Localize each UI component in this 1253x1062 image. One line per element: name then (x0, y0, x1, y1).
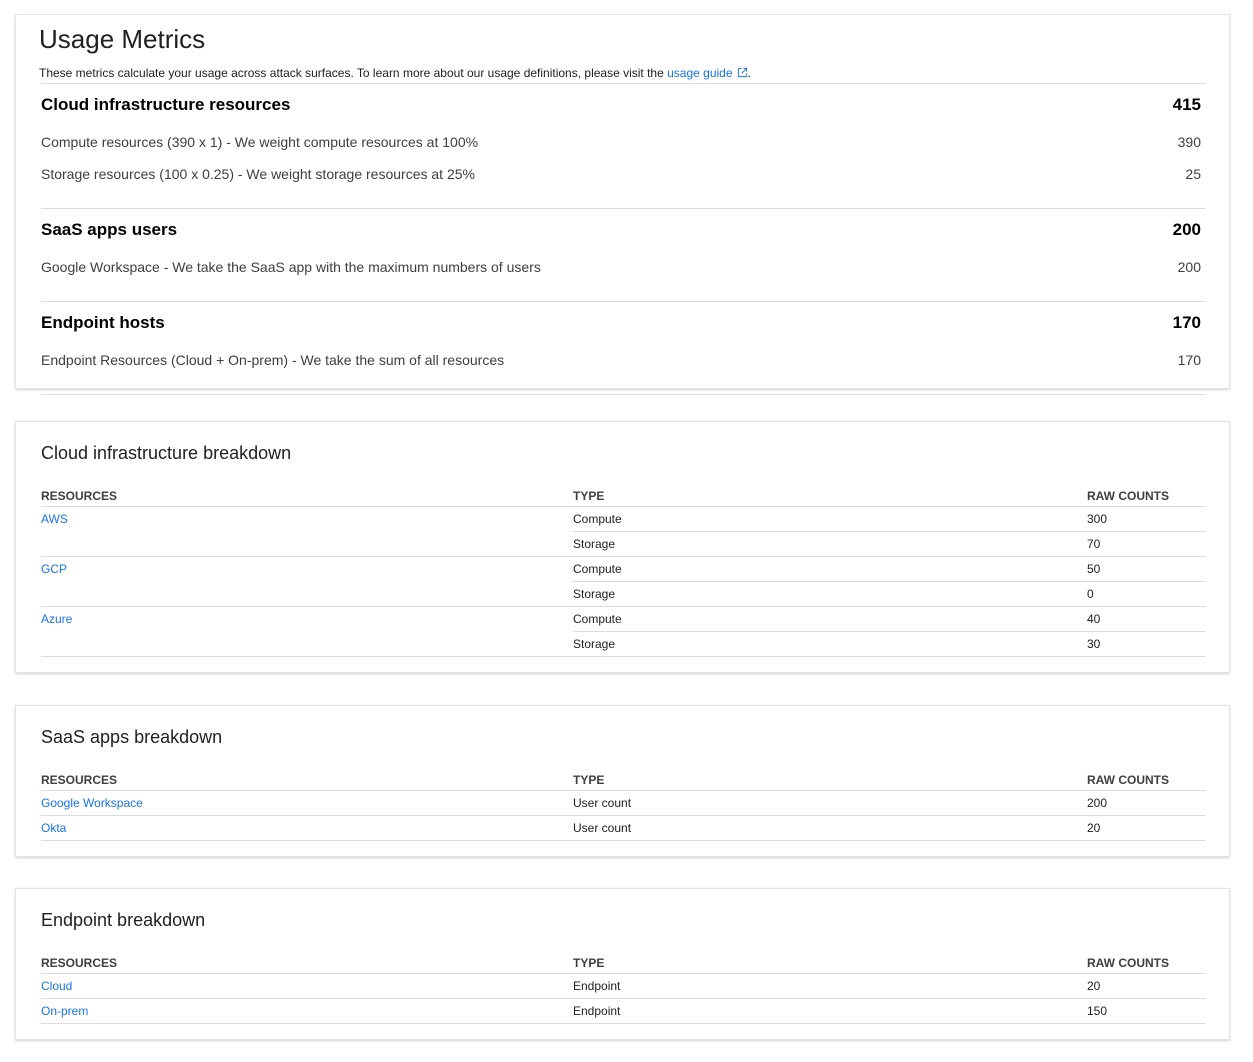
resource-link-aws[interactable]: AWS (41, 512, 68, 526)
metric-label: Endpoint hosts (41, 313, 165, 332)
metric-item: Compute resources (390 x 1) - We weight … (41, 126, 1206, 158)
column-header-resources[interactable]: RESOURCES (41, 480, 573, 507)
metric-item: Storage resources (100 x 0.25) - We weig… (41, 158, 1206, 190)
count-cell: 300 (1087, 506, 1206, 532)
metric-item-value: 25 (1185, 166, 1201, 182)
count-cell: 200 (1087, 790, 1206, 816)
usage-description-text: These metrics calculate your usage acros… (39, 66, 664, 80)
cloud-breakdown-table: RESOURCES TYPE RAW COUNTS AWS Compute 30… (41, 480, 1206, 657)
usage-description-end: . (747, 66, 751, 80)
table-row: Storage 70 (41, 531, 1206, 557)
section-title: SaaS apps breakdown (41, 727, 223, 747)
resource-link-okta[interactable]: Okta (41, 821, 66, 835)
type-cell: Compute (573, 606, 1087, 632)
usage-guide-link[interactable]: usage guide (667, 66, 747, 80)
metric-item-value: 200 (1177, 259, 1201, 275)
external-link-icon (737, 67, 747, 78)
usage-metrics-card: Usage Metrics These metrics calculate yo… (15, 14, 1230, 395)
resource-cell (41, 631, 573, 657)
count-cell: 50 (1087, 556, 1206, 582)
table-row: Cloud Endpoint 20 (41, 973, 1206, 999)
column-header-raw-counts[interactable]: RAW COUNTS (1087, 480, 1206, 507)
type-cell: User count (573, 815, 1087, 841)
count-cell: 30 (1087, 631, 1206, 657)
type-cell: User count (573, 790, 1087, 816)
table-header-row: RESOURCES TYPE RAW COUNTS (41, 947, 1206, 974)
metric-item-value: 170 (1177, 352, 1201, 368)
metric-total: 200 (1172, 220, 1201, 239)
type-cell: Compute (573, 506, 1087, 532)
metric-label: Cloud infrastructure resources (41, 95, 291, 114)
endpoint-breakdown-card: Endpoint breakdown RESOURCES TYPE RAW CO… (15, 888, 1230, 1040)
type-cell: Storage (573, 531, 1087, 557)
table-row: GCP Compute 50 (41, 556, 1206, 582)
table-row: Okta User count 20 (41, 815, 1206, 841)
metric-item-value: 390 (1177, 134, 1201, 150)
metric-item: Google Workspace - We take the SaaS app … (41, 251, 1206, 283)
metric-section-saas: SaaS apps users 200 Google Workspace - W… (41, 208, 1206, 301)
count-cell: 20 (1087, 815, 1206, 841)
column-header-raw-counts[interactable]: RAW COUNTS (1087, 764, 1206, 791)
type-cell: Storage (573, 581, 1087, 607)
endpoint-breakdown-table: RESOURCES TYPE RAW COUNTS Cloud Endpoint… (41, 947, 1206, 1024)
section-title: Endpoint breakdown (41, 910, 206, 930)
table-row: Storage 30 (41, 631, 1206, 657)
resource-cell (41, 531, 573, 557)
count-cell: 0 (1087, 581, 1206, 607)
count-cell: 20 (1087, 973, 1206, 999)
usage-metrics-list: Cloud infrastructure resources 415 Compu… (41, 83, 1206, 395)
table-row: Storage 0 (41, 581, 1206, 607)
table-row: AWS Compute 300 (41, 506, 1206, 532)
resource-cell (41, 581, 573, 607)
column-header-type[interactable]: TYPE (573, 947, 1087, 974)
column-header-resources[interactable]: RESOURCES (41, 947, 573, 974)
count-cell: 150 (1087, 998, 1206, 1024)
metric-item-label: Endpoint Resources (Cloud + On-prem) - W… (41, 352, 505, 368)
metric-header: Cloud infrastructure resources 415 (41, 84, 1206, 126)
usage-guide-link-label: usage guide (667, 66, 733, 80)
cloud-breakdown-card: Cloud infrastructure breakdown RESOURCES… (15, 421, 1230, 673)
resource-link-gcp[interactable]: GCP (41, 562, 67, 576)
resource-link-google-workspace[interactable]: Google Workspace (41, 796, 143, 810)
metric-total: 415 (1172, 95, 1201, 114)
metric-item: Endpoint Resources (Cloud + On-prem) - W… (41, 344, 1206, 376)
metric-item-label: Storage resources (100 x 0.25) - We weig… (41, 166, 475, 182)
metric-section-cloud: Cloud infrastructure resources 415 Compu… (41, 83, 1206, 208)
type-cell: Storage (573, 631, 1087, 657)
resource-link-on-prem[interactable]: On-prem (41, 1004, 88, 1018)
count-cell: 70 (1087, 531, 1206, 557)
metric-section-endpoint: Endpoint hosts 170 Endpoint Resources (C… (41, 301, 1206, 395)
section-title: Cloud infrastructure breakdown (41, 443, 292, 463)
resource-link-azure[interactable]: Azure (41, 612, 72, 626)
metric-total: 170 (1172, 313, 1201, 332)
page-title: Usage Metrics (39, 24, 206, 54)
saas-breakdown-card: SaaS apps breakdown RESOURCES TYPE RAW C… (15, 705, 1230, 857)
table-row: Azure Compute 40 (41, 606, 1206, 632)
metric-header: Endpoint hosts 170 (41, 302, 1206, 344)
column-header-type[interactable]: TYPE (573, 480, 1087, 507)
usage-description: These metrics calculate your usage acros… (39, 66, 751, 80)
metric-item-label: Google Workspace - We take the SaaS app … (41, 259, 541, 275)
metric-label: SaaS apps users (41, 220, 178, 239)
table-header-row: RESOURCES TYPE RAW COUNTS (41, 764, 1206, 791)
table-row: Google Workspace User count 200 (41, 790, 1206, 816)
saas-breakdown-table: RESOURCES TYPE RAW COUNTS Google Workspa… (41, 764, 1206, 841)
type-cell: Endpoint (573, 998, 1087, 1024)
resource-link-cloud[interactable]: Cloud (41, 979, 72, 993)
column-header-resources[interactable]: RESOURCES (41, 764, 573, 791)
column-header-type[interactable]: TYPE (573, 764, 1087, 791)
table-header-row: RESOURCES TYPE RAW COUNTS (41, 480, 1206, 507)
count-cell: 40 (1087, 606, 1206, 632)
type-cell: Compute (573, 556, 1087, 582)
metric-header: SaaS apps users 200 (41, 209, 1206, 251)
metric-item-label: Compute resources (390 x 1) - We weight … (41, 134, 479, 150)
column-header-raw-counts[interactable]: RAW COUNTS (1087, 947, 1206, 974)
type-cell: Endpoint (573, 973, 1087, 999)
table-row: On-prem Endpoint 150 (41, 998, 1206, 1024)
